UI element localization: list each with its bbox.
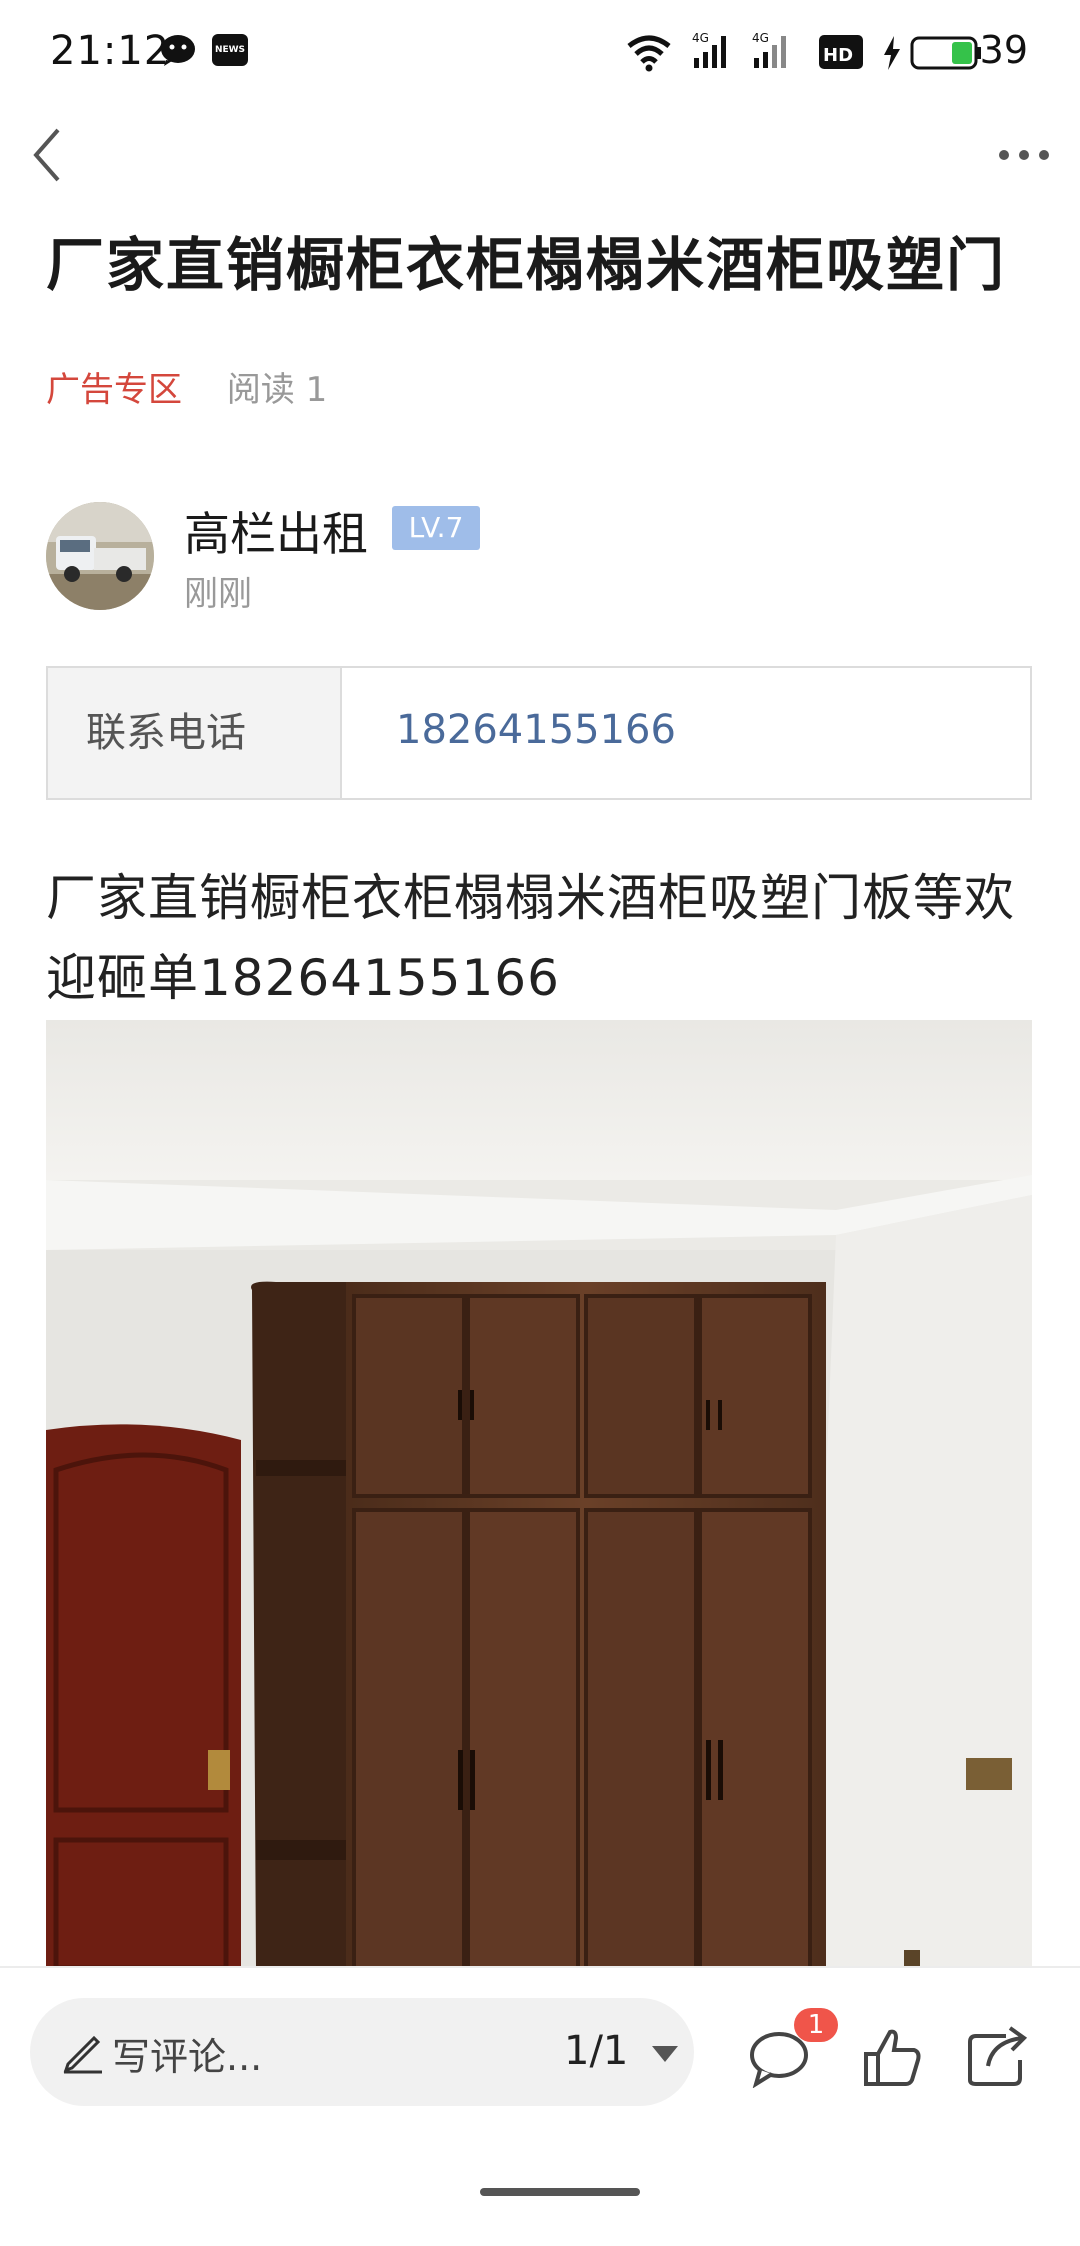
author-name[interactable]: 高栏出租 [184,498,368,564]
contact-phone[interactable]: 18264155166 [342,668,1030,798]
article-meta: 广告专区 阅读 1 [46,362,327,411]
avatar[interactable] [46,502,154,610]
read-count: 阅读 1 [226,370,328,410]
contact-table: 联系电话 18264155166 [46,666,1032,800]
hd-icon: HD [819,35,863,69]
caret-down-icon[interactable] [650,2042,680,2066]
battery-level: 39 [979,28,1028,72]
article-body: 厂家直销橱柜衣柜榻榻米酒柜吸塑门板等欢迎砸单18264155166 [46,869,1015,1007]
signal-icon: 4G [752,31,786,68]
page-indicator[interactable]: 1/1 [564,2028,628,2074]
svg-text:4G: 4G [752,31,769,45]
charging-icon [884,36,900,70]
status-bar: 21:12 NEWS 4G 4G HD 39 [0,0,1080,110]
comment-input[interactable]: 写评论... 1/1 [30,1998,694,2106]
news-icon: NEWS [212,34,248,66]
signal-icon: 4G [692,31,726,68]
article-photo[interactable] [46,1020,1032,1968]
status-time: 21:12 [50,28,171,74]
article-title: 厂家直销橱柜衣柜榻榻米酒柜吸塑门 [46,231,1007,299]
home-indicator[interactable] [480,2188,640,2196]
svg-text:4G: 4G [692,31,709,45]
svg-text:HD: HD [823,45,853,66]
comment-placeholder: 写评论... [112,2035,263,2079]
share-icon[interactable] [966,2026,1028,2088]
wechat-icon [161,35,195,66]
like-icon[interactable] [862,2026,922,2088]
level-badge: LV.7 [392,506,480,550]
battery-icon [910,36,981,70]
wifi-icon [627,35,671,72]
category-link[interactable]: 广告专区 [46,370,182,410]
comment-count-badge: 1 [794,2008,838,2042]
bottom-bar: 写评论... 1/1 1 [0,1966,1080,2246]
contact-label: 联系电话 [48,668,342,798]
back-icon[interactable] [26,120,76,190]
pencil-icon [63,2035,102,2074]
more-icon[interactable] [994,140,1054,170]
post-time: 刚刚 [184,574,252,614]
